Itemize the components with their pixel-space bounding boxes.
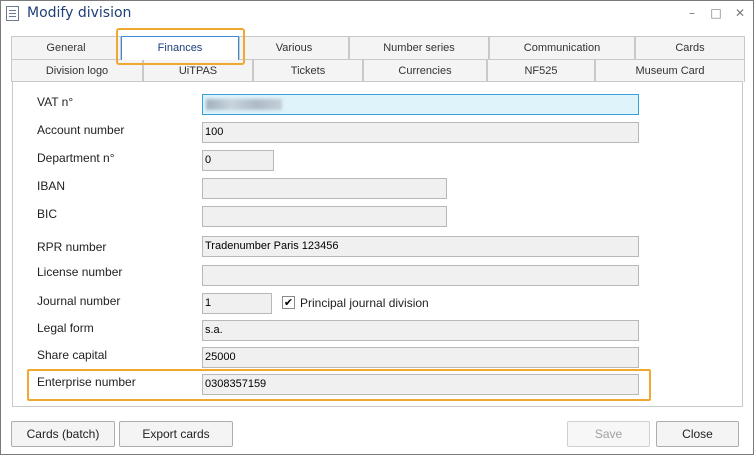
modify-division-window: Modify division – □ ✕ General Finances V… [0, 0, 754, 455]
legal-form-field[interactable]: s.a. [202, 320, 639, 341]
tab-communication[interactable]: Communication [489, 36, 635, 59]
tab-currencies[interactable]: Currencies [363, 59, 487, 82]
tab-uitpas[interactable]: UiTPAS [143, 59, 253, 82]
window-title: Modify division [27, 5, 132, 21]
journal-number-field[interactable]: 1 [202, 293, 272, 314]
iban-label: IBAN [37, 179, 66, 193]
iban-field[interactable] [202, 178, 447, 199]
journal-number-label: Journal number [37, 294, 121, 308]
share-capital-label: Share capital [37, 348, 108, 362]
minimize-icon[interactable]: – [685, 6, 699, 20]
department-label: Department n° [37, 151, 115, 165]
bic-label: BIC [37, 207, 58, 221]
title-bar: Modify division – □ ✕ [1, 1, 753, 27]
redacted-value [206, 99, 282, 110]
principal-journal-checkbox[interactable]: ✔ [282, 296, 295, 309]
tab-strip: General Finances Various Number series C… [11, 36, 745, 82]
tab-general[interactable]: General [11, 36, 121, 59]
save-button[interactable]: Save [567, 421, 650, 447]
tab-museum-card[interactable]: Museum Card [595, 59, 745, 82]
close-button[interactable]: Close [656, 421, 739, 447]
rpr-number-label: RPR number [37, 240, 107, 254]
tab-tickets[interactable]: Tickets [253, 59, 363, 82]
account-number-field[interactable]: 100 [202, 122, 639, 143]
export-cards-button[interactable]: Export cards [119, 421, 233, 447]
tab-various[interactable]: Various [239, 36, 349, 59]
account-number-label: Account number [37, 123, 125, 137]
tab-number-series[interactable]: Number series [349, 36, 489, 59]
vat-label: VAT n° [37, 95, 74, 109]
principal-journal-label[interactable]: Principal journal division [300, 296, 429, 310]
enterprise-number-label: Enterprise number [37, 375, 136, 389]
close-icon[interactable]: ✕ [733, 6, 747, 20]
rpr-number-field[interactable]: Tradenumber Paris 123456 [202, 236, 639, 257]
tab-cards[interactable]: Cards [635, 36, 745, 59]
department-field[interactable]: 0 [202, 150, 274, 171]
enterprise-number-field[interactable]: 0308357159 [202, 374, 639, 395]
license-number-field[interactable] [202, 265, 639, 286]
cards-batch-button[interactable]: Cards (batch) [11, 421, 115, 447]
legal-form-label: Legal form [37, 321, 94, 335]
share-capital-field[interactable]: 25000 [202, 347, 639, 368]
tab-nf525[interactable]: NF525 [487, 59, 595, 82]
maximize-icon[interactable]: □ [709, 6, 723, 20]
bic-field[interactable] [202, 206, 447, 227]
tab-division-logo[interactable]: Division logo [11, 59, 143, 82]
tab-finances[interactable]: Finances [121, 36, 239, 60]
vat-field[interactable] [202, 94, 639, 115]
license-number-label: License number [37, 265, 123, 279]
window-icon [6, 6, 19, 21]
